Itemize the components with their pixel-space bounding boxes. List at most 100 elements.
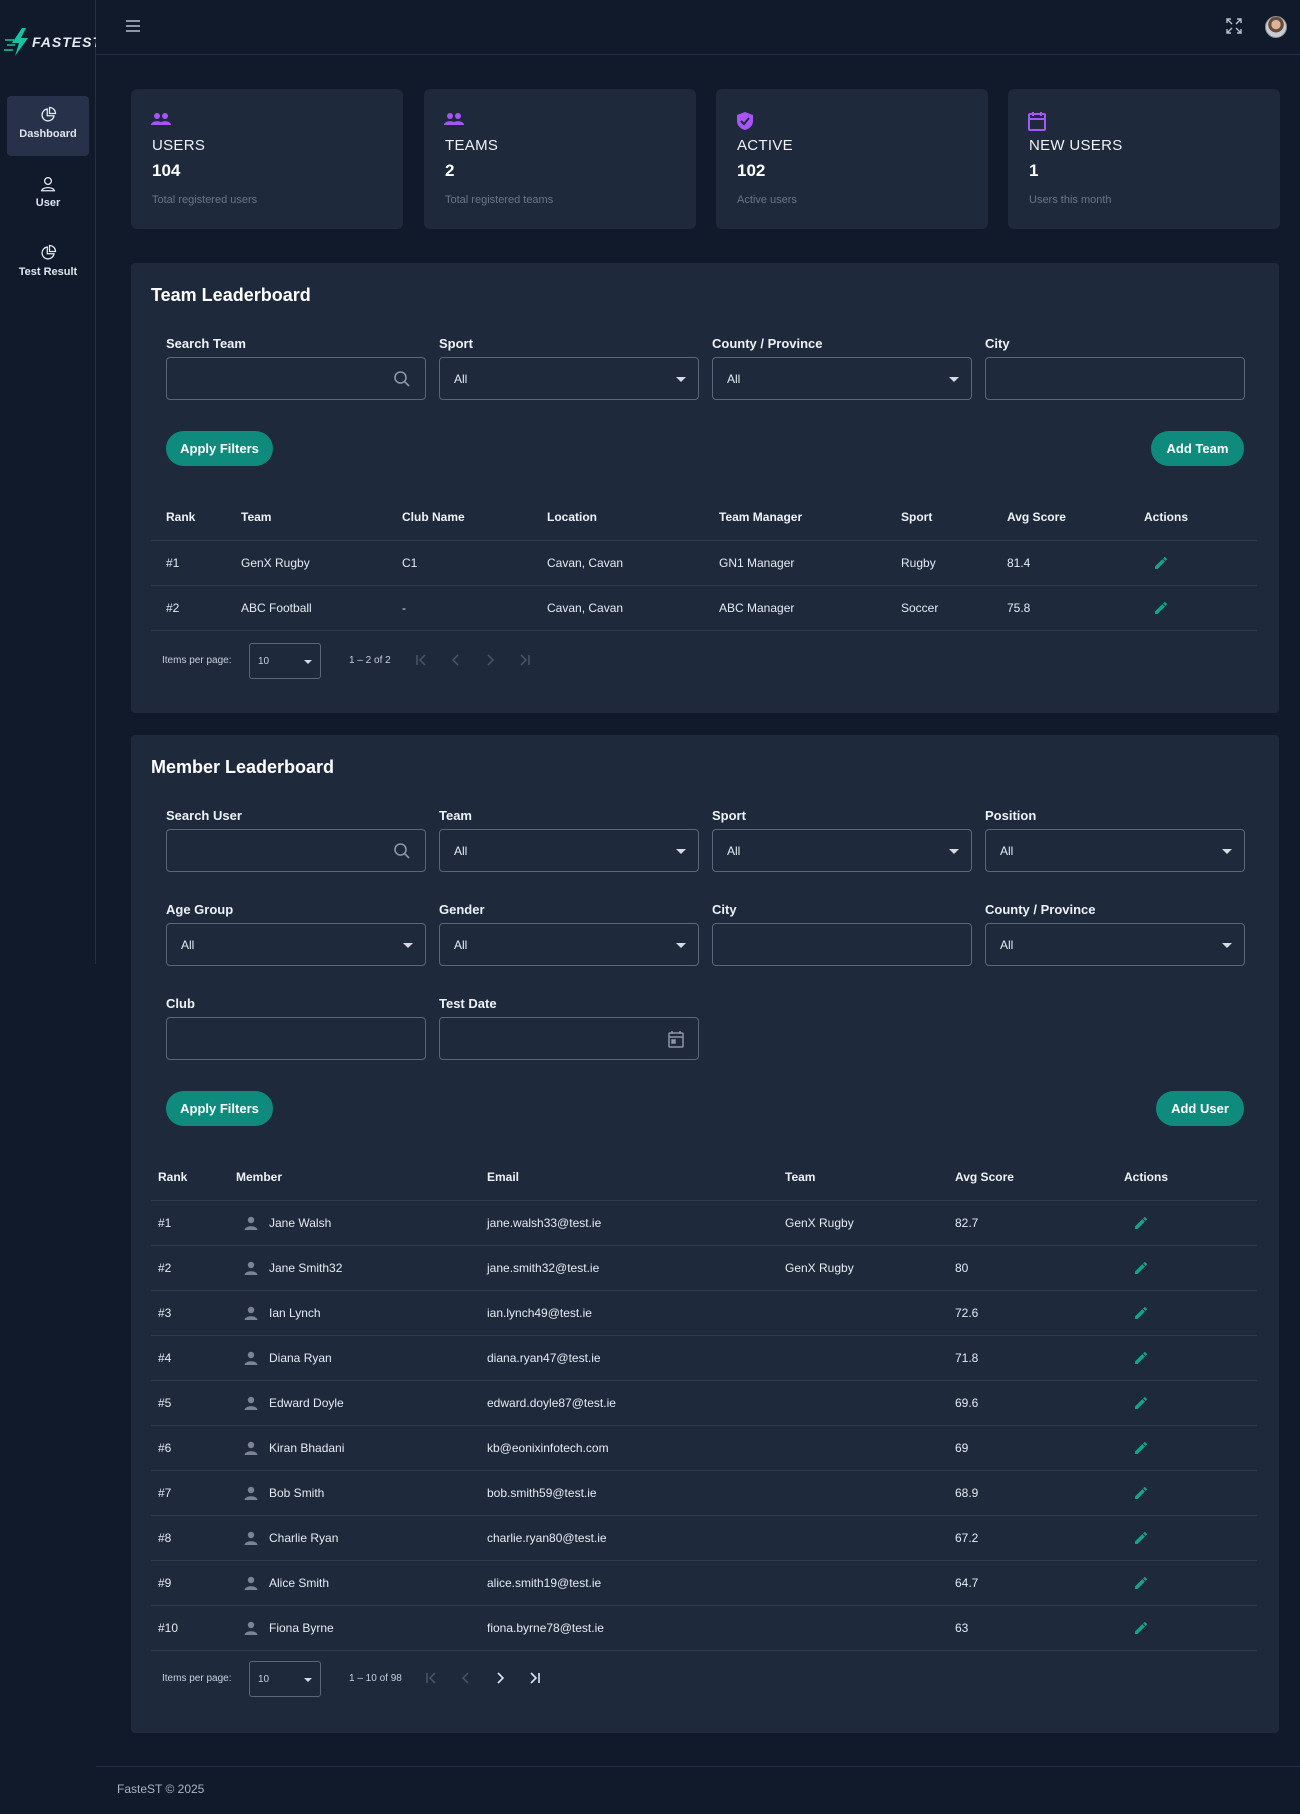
search-user-input[interactable]	[166, 829, 426, 872]
member-name: Edward Doyle	[269, 1395, 344, 1410]
sport-select[interactable]: All	[439, 357, 699, 400]
avatar[interactable]	[1265, 16, 1287, 38]
avg-score-cell: 75.8	[1007, 584, 1144, 631]
actions-cell	[1124, 1469, 1257, 1515]
person-icon	[244, 1486, 258, 1500]
avg-score-cell: 69	[955, 1424, 1124, 1470]
city-input[interactable]	[712, 923, 972, 966]
team-cell: GenX Rugby	[241, 539, 402, 585]
rank-cell: #3	[151, 1289, 236, 1335]
items-per-page-select[interactable]: 10	[249, 643, 321, 679]
email-cell: alice.smith19@test.ie	[487, 1559, 785, 1605]
city-label: City	[712, 902, 737, 917]
position-select[interactable]: All	[985, 829, 1245, 872]
stat-value: 1	[1029, 161, 1039, 180]
member-cell: Fiona Byrne	[236, 1604, 487, 1651]
last-page-icon[interactable]	[517, 653, 531, 667]
county-select[interactable]: All	[985, 923, 1245, 966]
search-team-input[interactable]	[166, 357, 426, 400]
logo[interactable]: FASTEST	[4, 26, 101, 58]
chevron-down-icon	[1222, 849, 1232, 854]
sport-cell: Soccer	[901, 584, 1007, 631]
stat-description: Users this month	[1029, 194, 1112, 206]
person-icon	[244, 1216, 258, 1230]
member-name: Fiona Byrne	[269, 1620, 334, 1635]
team-select[interactable]: All	[439, 829, 699, 872]
stat-label: USERS	[152, 137, 206, 154]
sidebar-item-user[interactable]: User	[7, 165, 89, 225]
edit-icon[interactable]	[1133, 1485, 1149, 1501]
age-group-select[interactable]: All	[166, 923, 426, 966]
next-page-icon[interactable]	[483, 653, 497, 667]
table-row: #9 Alice Smith alice.smith19@test.ie 64.7	[151, 1559, 1257, 1605]
search-icon	[394, 371, 410, 387]
logo-bolt-icon	[4, 28, 28, 56]
next-page-icon[interactable]	[493, 1671, 507, 1685]
chevron-down-icon	[676, 943, 686, 948]
team-cell	[785, 1559, 955, 1605]
table-row: #7 Bob Smith bob.smith59@test.ie 68.9	[151, 1469, 1257, 1515]
apply-filters-button[interactable]: Apply Filters	[166, 431, 273, 466]
edit-icon[interactable]	[1133, 1215, 1149, 1231]
prev-page-icon[interactable]	[449, 653, 463, 667]
team-table: Rank Team Club Name Location Team Manage…	[151, 494, 1257, 631]
edit-icon[interactable]	[1153, 555, 1169, 571]
sidebar-item-dashboard[interactable]: Dashboard	[7, 96, 89, 156]
last-page-icon[interactable]	[527, 1671, 541, 1685]
rank-cell: #1	[151, 1199, 236, 1245]
sport-cell: Rugby	[901, 539, 1007, 585]
chevron-down-icon	[1222, 943, 1232, 948]
stat-description: Total registered teams	[445, 194, 554, 206]
county-select[interactable]: All	[712, 357, 972, 400]
edit-icon[interactable]	[1133, 1620, 1149, 1636]
sidebar-item-label: User	[35, 197, 61, 209]
apply-filters-button[interactable]: Apply Filters	[166, 1091, 273, 1126]
person-icon	[244, 1531, 258, 1545]
fullscreen-icon[interactable]	[1225, 17, 1243, 35]
sidebar-item-test-result[interactable]: Test Result	[7, 234, 89, 294]
items-per-page-select[interactable]: 10	[249, 1661, 321, 1697]
member-cell: Ian Lynch	[236, 1289, 487, 1335]
team-cell	[785, 1334, 955, 1380]
person-icon	[244, 1261, 258, 1275]
menu-icon[interactable]	[125, 18, 141, 34]
field-value: All	[1000, 938, 1014, 952]
edit-icon[interactable]	[1133, 1440, 1149, 1456]
manager-cell: GN1 Manager	[719, 539, 901, 585]
email-cell: kb@eonixinfotech.com	[487, 1424, 785, 1470]
edit-icon[interactable]	[1133, 1530, 1149, 1546]
sport-select[interactable]: All	[712, 829, 972, 872]
test-date-label: Test Date	[439, 996, 497, 1011]
actions-cell	[1144, 539, 1257, 585]
edit-icon[interactable]	[1153, 600, 1169, 616]
table-row: #1 GenX Rugby C1 Cavan, Cavan GN1 Manage…	[151, 539, 1257, 585]
position-label: Position	[985, 808, 1037, 823]
field-value: 10	[258, 1674, 270, 1685]
test-date-input[interactable]	[439, 1017, 699, 1060]
stat-card-new-users: NEW USERS 1 Users this month	[1008, 89, 1280, 229]
city-input[interactable]	[985, 357, 1245, 400]
stat-value: 104	[152, 161, 181, 180]
calendar-icon[interactable]	[668, 1030, 684, 1048]
actions-cell	[1144, 584, 1257, 631]
edit-icon[interactable]	[1133, 1395, 1149, 1411]
rank-cell: #5	[151, 1379, 236, 1425]
calendar-icon	[1028, 112, 1046, 131]
chevron-down-icon	[949, 377, 959, 382]
edit-icon[interactable]	[1133, 1350, 1149, 1366]
add-team-button[interactable]: Add Team	[1151, 431, 1244, 466]
field-value: All	[727, 844, 741, 858]
edit-icon[interactable]	[1133, 1575, 1149, 1591]
first-page-icon[interactable]	[425, 1671, 439, 1685]
add-user-button[interactable]: Add User	[1156, 1091, 1244, 1126]
member-cell: Kiran Bhadani	[236, 1424, 487, 1470]
club-input[interactable]	[166, 1017, 426, 1060]
gender-select[interactable]: All	[439, 923, 699, 966]
avg-score-cell: 67.2	[955, 1514, 1124, 1560]
edit-icon[interactable]	[1133, 1305, 1149, 1321]
sidebar-item-label: Test Result	[18, 266, 78, 278]
prev-page-icon[interactable]	[459, 1671, 473, 1685]
member-cell: Edward Doyle	[236, 1379, 487, 1425]
first-page-icon[interactable]	[415, 653, 429, 667]
edit-icon[interactable]	[1133, 1260, 1149, 1276]
